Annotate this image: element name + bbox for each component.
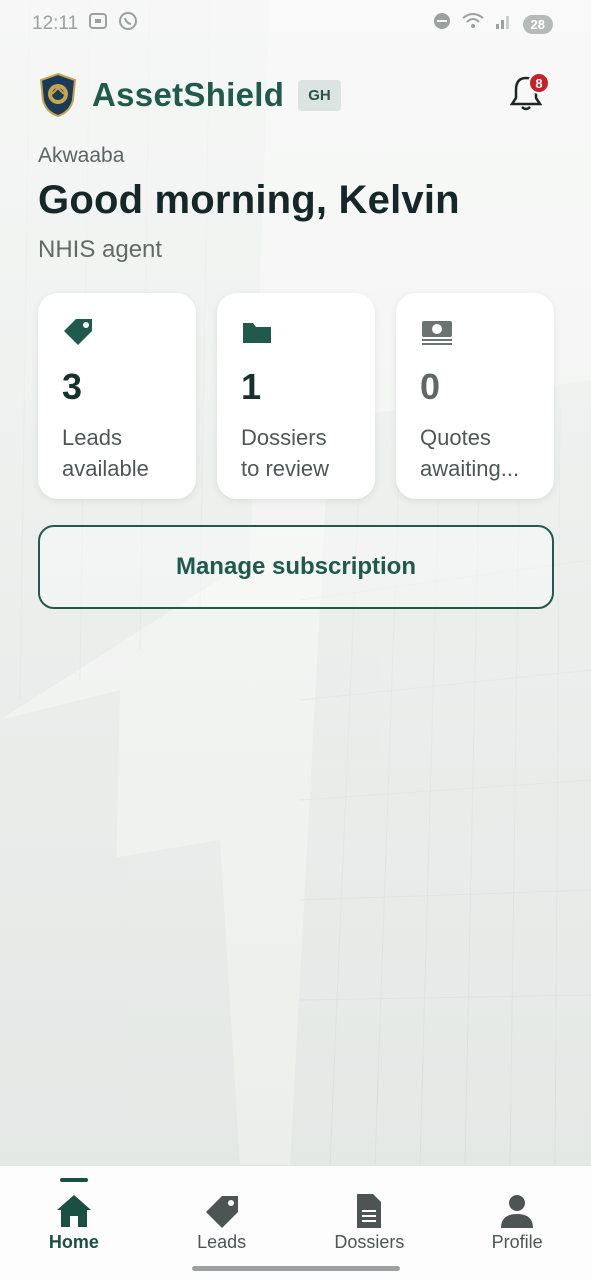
leads-label: Leads available: [62, 425, 149, 481]
user-role: NHIS agent: [38, 236, 163, 263]
signal-icon: [495, 12, 513, 36]
home-gesture-bar[interactable]: [192, 1266, 400, 1271]
dossiers-label: Dossiers to review: [241, 425, 330, 481]
wifi-icon: [461, 12, 485, 36]
leads-card[interactable]: 3 Leads available: [38, 293, 196, 499]
whatsapp-icon: [118, 11, 138, 37]
nav-home-label: Home: [48, 1232, 99, 1252]
nav-dossiers-label: Dossiers: [334, 1232, 405, 1252]
nav-profile[interactable]: Profile: [443, 1166, 591, 1280]
dossiers-card[interactable]: 1 Dossiers to review: [217, 293, 375, 499]
active-indicator: [59, 1178, 88, 1182]
app-name: AssetShield: [92, 76, 285, 113]
stats-cards: 3 Leads available 1 Dossiers to review 0…: [38, 293, 554, 499]
screenshot-icon: [88, 12, 108, 36]
person-icon: [501, 1195, 534, 1228]
nav-dossiers[interactable]: Dossiers: [296, 1166, 444, 1280]
nav-leads-label: Leads: [197, 1232, 247, 1252]
bottom-navigation: Home Leads Dossiers Profile: [0, 1165, 591, 1280]
manage-subscription-button[interactable]: Manage subscription: [38, 525, 554, 609]
app-header: AssetShield GH 8: [38, 70, 554, 120]
nav-profile-label: Profile: [491, 1232, 543, 1252]
quotes-count: 0: [420, 366, 441, 407]
folder-icon: [243, 323, 271, 343]
notification-count-badge: 8: [528, 72, 550, 94]
document-icon: [357, 1194, 382, 1228]
dnd-icon: [433, 12, 451, 36]
status-bar: 12:11 28: [0, 0, 591, 48]
tag-icon: [64, 319, 92, 345]
quotes-label: Quotes awaiting...: [420, 425, 520, 481]
money-icon: [422, 321, 452, 345]
greeting-label: Akwaaba: [38, 144, 125, 167]
dossiers-count: 1: [241, 366, 262, 407]
notifications-button[interactable]: 8: [508, 72, 550, 116]
leads-count: 3: [62, 366, 83, 407]
region-badge: GH: [298, 79, 341, 111]
nav-home[interactable]: Home: [0, 1166, 148, 1280]
battery-indicator: 28: [522, 14, 553, 34]
status-time: 12:11: [32, 13, 79, 34]
greeting-title: Good morning, Kelvin: [38, 178, 460, 222]
nav-leads[interactable]: Leads: [148, 1166, 296, 1280]
quotes-card[interactable]: 0 Quotes awaiting...: [396, 293, 554, 499]
home-icon: [56, 1195, 91, 1227]
shield-logo-icon: [39, 72, 77, 118]
tag-icon: [205, 1196, 238, 1228]
